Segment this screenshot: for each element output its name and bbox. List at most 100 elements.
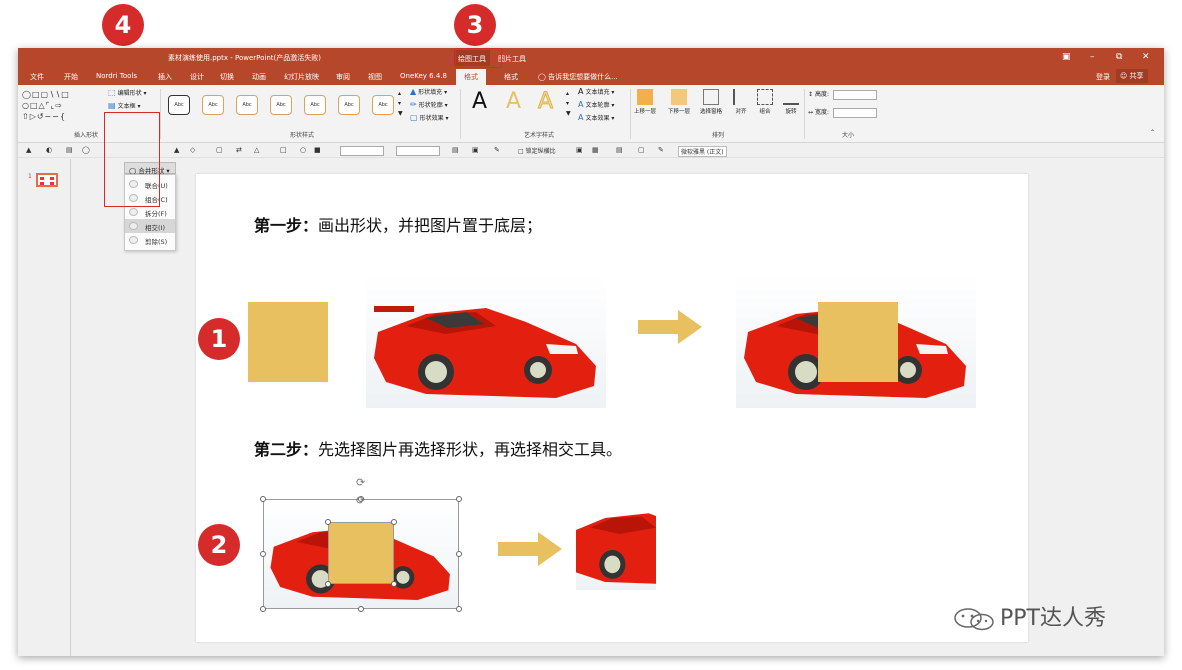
tab-home[interactable]: 开始 xyxy=(64,72,78,82)
share-button[interactable]: ☺ 共享 xyxy=(1116,69,1148,83)
minimize-icon[interactable]: – xyxy=(1090,52,1095,62)
wordart-scroll[interactable]: ▴ ▾ ▼ xyxy=(566,89,571,119)
gallery-scroll[interactable]: ▴ ▾ ▼ xyxy=(398,89,403,119)
group-button[interactable]: 组合 xyxy=(752,89,778,115)
resize-handle[interactable] xyxy=(358,606,364,612)
tab-review[interactable]: 审阅 xyxy=(336,72,350,82)
resize-handle[interactable] xyxy=(391,519,397,525)
qat-icon-14[interactable]: ▣ xyxy=(472,146,479,154)
align-label: 对齐 xyxy=(735,109,747,115)
text-box-button[interactable]: ▤ 文本框 ▾ xyxy=(108,101,141,110)
restore-icon[interactable]: ⧉ xyxy=(1116,52,1122,62)
rotate-handle-icon[interactable]: ⟳ xyxy=(356,476,365,489)
wordart-style-outline[interactable]: A xyxy=(537,89,553,115)
tell-me-search[interactable]: ◯ 告诉我您想要做什么... xyxy=(538,72,618,82)
text-fill-button[interactable]: A 文本填充 ▾ xyxy=(578,87,614,96)
shape-style-7[interactable]: Abc xyxy=(372,95,394,115)
qat-width-field[interactable] xyxy=(396,146,440,156)
shape-style-2[interactable]: Abc xyxy=(202,95,224,115)
merge-intersect-item[interactable]: 相交(I) xyxy=(125,219,175,233)
resize-handle[interactable] xyxy=(456,551,462,557)
shape-style-6[interactable]: Abc xyxy=(338,95,360,115)
resize-handle[interactable] xyxy=(456,606,462,612)
tab-file[interactable]: 文件 xyxy=(30,72,44,82)
qat-icon-11[interactable]: ○ xyxy=(300,146,306,154)
ribbon-separator xyxy=(160,89,161,139)
qat-icon-13[interactable]: ▤ xyxy=(452,146,459,154)
close-icon[interactable]: ✕ xyxy=(1142,52,1150,62)
rotate-handle-icon[interactable]: ⟳ xyxy=(356,494,365,507)
gold-square-on-car[interactable] xyxy=(818,302,898,382)
qat-height-field[interactable] xyxy=(340,146,384,156)
gold-square-shape[interactable] xyxy=(248,302,328,382)
text-effects-button[interactable]: A 文本效果 ▾ xyxy=(578,113,614,122)
bring-forward-button[interactable]: 上移一层 xyxy=(632,89,658,115)
slide-thumbnail[interactable] xyxy=(36,173,58,187)
collapse-ribbon-icon[interactable]: ⌃ xyxy=(1150,129,1155,136)
qat-icon-4[interactable]: ◯ xyxy=(82,146,90,154)
shape-effects-button[interactable]: ▢ 形状效果 ▾ xyxy=(410,113,449,122)
step1-text[interactable]: 第一步：画出形状，并把图片置于底层； xyxy=(254,212,542,236)
edit-shape-button[interactable]: ⬚ 编辑形状 ▾ xyxy=(108,88,147,97)
shape-style-1[interactable]: Abc xyxy=(168,95,190,115)
slide-canvas[interactable]: 第一步：画出形状，并把图片置于底层； 第二步：先选择图片再选择形状，再选择相交工… xyxy=(196,174,1028,642)
shape-fill-button[interactable]: ▲ 形状填充 ▾ xyxy=(410,87,447,96)
shape-style-5[interactable]: Abc xyxy=(304,95,326,115)
eyedropper-icon[interactable]: ✎ xyxy=(658,146,664,154)
intersect-result-picture[interactable] xyxy=(576,510,656,590)
resize-handle[interactable] xyxy=(260,496,266,502)
width-input[interactable] xyxy=(832,107,877,118)
shape-gallery[interactable]: ◯□▢∖∖□ ○□△⌜⌞⇨ ⇧▷↺∼∽{ xyxy=(22,89,102,125)
tab-picture-format[interactable]: 格式 xyxy=(504,72,518,82)
text-outline-button[interactable]: A 文本轮廓 ▾ xyxy=(578,100,614,109)
qat-icon-10[interactable]: □ xyxy=(280,146,287,154)
wordart-style-black[interactable]: A xyxy=(472,89,487,114)
merge-subtract-item[interactable]: 剪除(S) xyxy=(125,233,175,247)
tab-design[interactable]: 设计 xyxy=(190,72,204,82)
qat-icon-19[interactable]: ▢ xyxy=(638,146,645,154)
qat-icon-1[interactable]: ▲ xyxy=(26,146,31,154)
qat-icon-16[interactable]: ▣ xyxy=(576,146,583,154)
tab-view[interactable]: 视图 xyxy=(368,72,382,82)
wordart-style-gold[interactable]: A xyxy=(506,89,521,114)
qat-icon-17[interactable]: ▦ xyxy=(592,146,599,154)
qat-icon-9[interactable]: △ xyxy=(254,146,259,154)
merge-fragment-item[interactable]: 拆分(F) xyxy=(125,205,175,219)
align-button[interactable]: 对齐 xyxy=(728,89,754,115)
tab-animations[interactable]: 动画 xyxy=(252,72,266,82)
selection-pane-button[interactable]: 选择窗格 xyxy=(698,89,724,115)
rotate-button[interactable]: 旋转 xyxy=(778,89,804,115)
send-backward-button[interactable]: 下移一层 xyxy=(666,89,692,115)
font-select[interactable]: 微软雅黑 (正文) xyxy=(678,146,727,157)
resize-handle[interactable] xyxy=(260,606,266,612)
ribbon-display-icon[interactable]: ▣ xyxy=(1062,52,1071,62)
step2-text[interactable]: 第二步：先选择图片再选择形状，再选择相交工具。 xyxy=(254,436,622,460)
tab-transitions[interactable]: 切换 xyxy=(220,72,234,82)
qat-icon-8[interactable]: ⇄ xyxy=(236,146,242,154)
qat-icon-18[interactable]: ▤ xyxy=(616,146,623,154)
resize-handle[interactable] xyxy=(325,519,331,525)
resize-handle[interactable] xyxy=(456,496,462,502)
tab-nordri-tools[interactable]: Nordri Tools xyxy=(96,72,137,80)
shape-outline-button[interactable]: ✏ 形状轮廓 ▾ xyxy=(410,100,448,109)
qat-icon-5[interactable]: ▲ xyxy=(174,146,179,154)
resize-handle[interactable] xyxy=(260,551,266,557)
tab-slideshow[interactable]: 幻灯片放映 xyxy=(284,72,319,82)
tab-insert[interactable]: 插入 xyxy=(158,72,172,82)
resize-handle[interactable] xyxy=(391,581,397,587)
login-link[interactable]: 登录 xyxy=(1096,72,1110,82)
shape-style-3[interactable]: Abc xyxy=(236,95,258,115)
qat-icon-6[interactable]: ◇ xyxy=(190,146,195,154)
qat-icon-7[interactable]: ▢ xyxy=(216,146,223,154)
shape-style-4[interactable]: Abc xyxy=(270,95,292,115)
qat-icon-12[interactable]: ■ xyxy=(314,146,321,154)
qat-icon-2[interactable]: ◐ xyxy=(46,146,52,154)
tab-onekey[interactable]: OneKey 6.4.8 xyxy=(400,72,447,80)
height-input[interactable] xyxy=(832,89,877,100)
qat-icon-3[interactable]: ▤ xyxy=(66,146,73,154)
tab-drawing-format[interactable]: 格式 xyxy=(456,69,486,85)
resize-handle[interactable] xyxy=(325,581,331,587)
qat-icon-15[interactable]: ✎ xyxy=(494,146,500,154)
lock-ratio-checkbox[interactable]: □ 锁定纵横比 xyxy=(518,146,556,155)
car-picture-1[interactable] xyxy=(366,274,606,408)
